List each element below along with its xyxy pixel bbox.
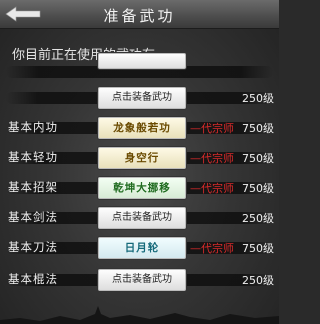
equip-skills-screen: 准备武功 你目前正在使用的武功有: 点击装备武功 250级 基本内功 龙象般若功…	[0, 0, 279, 324]
skill-level: 750级	[242, 182, 274, 195]
equipped-skill-button[interactable]: 龙象般若功	[97, 116, 187, 140]
skill-row-lightness: 基本轻功 身空行 —代宗师 750级	[0, 146, 279, 170]
skill-row-sword: 基本剑法 点击装备武功 250级	[0, 206, 279, 230]
equipped-skill-button[interactable]: 身空行	[97, 146, 187, 170]
skill-row-internal: 基本内功 龙象般若功 —代宗师 750级	[0, 116, 279, 140]
skill-row: 点击装备武功 250级	[0, 86, 279, 110]
skill-level: 750级	[242, 242, 274, 255]
skill-category-label: 基本内功	[8, 120, 58, 134]
equipped-skill-button[interactable]: 日月轮	[97, 236, 187, 260]
skill-category-label: 基本剑法	[8, 210, 58, 224]
mastery-title: —代宗师	[190, 122, 234, 135]
skill-category-label: 基本招架	[8, 180, 58, 194]
skill-level: 750级	[242, 152, 274, 165]
skill-level: 250级	[242, 274, 274, 287]
skill-level: 250级	[242, 212, 274, 225]
equip-skill-button[interactable]: 点击装备武功	[97, 206, 187, 230]
mastery-title: —代宗师	[190, 242, 234, 255]
equipped-skill-button[interactable]: 乾坤大挪移	[97, 176, 187, 200]
skill-category-label: 基本刀法	[8, 240, 58, 254]
equip-skill-button[interactable]	[97, 52, 187, 70]
mastery-title: —代宗师	[190, 152, 234, 165]
page-title: 准备武功	[103, 7, 176, 25]
skill-row-staff: 基本棍法 点击装备武功 250级	[0, 268, 279, 292]
skill-category-label: 基本轻功	[8, 150, 58, 164]
skill-row-parry: 基本招架 乾坤大挪移 —代宗师 750级	[0, 176, 279, 200]
skill-level: 250级	[242, 92, 274, 105]
skill-category-label: 基本棍法	[8, 272, 58, 286]
equip-skill-button[interactable]: 点击装备武功	[97, 268, 187, 292]
header-bar: 准备武功	[0, 0, 279, 29]
ink-skyline-decoration	[0, 306, 279, 324]
skill-row-partial	[0, 52, 279, 84]
equip-skill-button[interactable]: 点击装备武功	[97, 86, 187, 110]
mastery-title: —代宗师	[190, 182, 234, 195]
skill-level: 750级	[242, 122, 274, 135]
skill-row-blade: 基本刀法 日月轮 —代宗师 750级	[0, 236, 279, 260]
